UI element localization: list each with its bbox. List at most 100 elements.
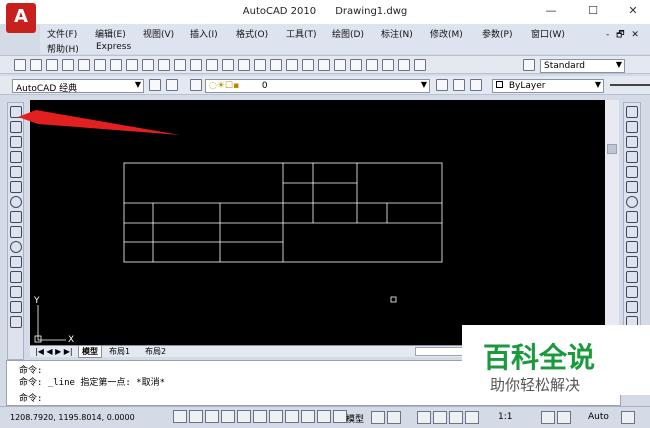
copy-object-icon[interactable] [626, 121, 638, 133]
zoom-status-icon[interactable] [433, 411, 447, 424]
rotate-icon[interactable] [626, 196, 638, 208]
print-icon[interactable] [62, 59, 74, 71]
copy-icon[interactable] [158, 59, 170, 71]
color-dropdown[interactable]: ByLayer ▼ [492, 79, 604, 93]
scale-icon[interactable] [626, 211, 638, 223]
model-space-label[interactable]: 模型 [346, 412, 364, 425]
toolbar-lock-icon[interactable] [621, 411, 635, 424]
erase-icon[interactable] [626, 106, 638, 118]
ellipse-icon[interactable] [10, 241, 22, 253]
zoom-realtime-icon[interactable] [270, 59, 282, 71]
pan-icon[interactable] [254, 59, 266, 71]
annotation-scale[interactable]: 1:1 [498, 412, 512, 422]
circle-icon[interactable] [10, 196, 22, 208]
point-icon[interactable] [10, 301, 22, 313]
minimize-button[interactable]: — [536, 4, 566, 20]
join-icon[interactable] [626, 286, 638, 298]
publish-icon[interactable] [110, 59, 122, 71]
make-current-icon[interactable] [436, 79, 448, 91]
layer-match-icon[interactable] [470, 79, 482, 91]
snap-mode-icon[interactable] [189, 410, 203, 423]
layer-properties-icon[interactable] [166, 79, 178, 91]
workspace-dropdown[interactable]: AutoCAD 经典 ▼ [12, 79, 144, 94]
showmotion-icon[interactable] [465, 411, 479, 424]
menu-file[interactable]: 文件(F) [47, 27, 77, 40]
plot-icon[interactable] [94, 59, 106, 71]
paste-icon[interactable] [174, 59, 186, 71]
lineweight-icon[interactable] [317, 410, 331, 423]
extend-icon[interactable] [626, 256, 638, 268]
text-style-dropdown[interactable]: Standard ▼ [540, 59, 625, 73]
polygon-icon[interactable] [10, 151, 22, 163]
steering-wheel-icon[interactable] [449, 411, 463, 424]
help-icon[interactable] [414, 59, 426, 71]
markup-icon[interactable] [382, 59, 394, 71]
menu-insert[interactable]: 插入(I) [190, 27, 218, 40]
layer-state-icon[interactable] [190, 79, 202, 91]
close-button[interactable]: ✕ [618, 4, 648, 20]
menu-help[interactable]: 帮助(H) [47, 42, 79, 55]
3d-dwf-icon[interactable] [126, 59, 138, 71]
preview-icon[interactable] [78, 59, 90, 71]
scroll-thumb[interactable] [607, 144, 617, 154]
workspace-switching-label[interactable]: Auto [588, 412, 609, 422]
undo-icon[interactable] [222, 59, 234, 71]
sheet-set-icon[interactable] [366, 59, 378, 71]
ellipse-arc-icon[interactable] [10, 256, 22, 268]
arc-icon[interactable] [10, 181, 22, 193]
menu-dimension[interactable]: 标注(N) [381, 27, 413, 40]
rectangle-icon[interactable] [10, 166, 22, 178]
zoom-window-icon[interactable] [286, 59, 298, 71]
hatch-icon[interactable] [10, 316, 22, 328]
drawing-canvas[interactable]: Y X [30, 100, 605, 345]
quick-view-drawings-icon[interactable] [387, 411, 401, 424]
linetype-preview[interactable] [610, 84, 650, 86]
tab-layout2[interactable]: 布局2 [142, 346, 169, 358]
object-snap-tracking-icon[interactable] [269, 410, 283, 423]
break-icon[interactable] [626, 271, 638, 283]
auto-scale-icon[interactable] [557, 411, 571, 424]
open-icon[interactable] [30, 59, 42, 71]
vertical-scrollbar[interactable] [605, 100, 619, 345]
chamfer-icon[interactable] [626, 301, 638, 313]
pan-status-icon[interactable] [417, 411, 431, 424]
quick-properties-icon[interactable] [333, 410, 347, 423]
zoom-previous-icon[interactable] [302, 59, 314, 71]
document-controls[interactable]: - 🗗 ✕ [606, 27, 641, 43]
menu-window[interactable]: 窗口(W) [531, 27, 565, 40]
workspace-settings-icon[interactable] [149, 79, 161, 91]
design-center-icon[interactable] [334, 59, 346, 71]
new-icon[interactable] [14, 59, 26, 71]
polar-tracking-icon[interactable] [237, 410, 251, 423]
tool-palettes-icon[interactable] [350, 59, 362, 71]
revision-cloud-icon[interactable] [10, 211, 22, 223]
calculator-icon[interactable] [398, 59, 410, 71]
stretch-icon[interactable] [626, 226, 638, 238]
application-menu-button[interactable]: A [6, 3, 36, 33]
line-tool-icon[interactable] [10, 106, 22, 118]
menu-draw[interactable]: 绘图(D) [332, 27, 364, 40]
move-icon[interactable] [626, 181, 638, 193]
trim-icon[interactable] [626, 241, 638, 253]
polyline-icon[interactable] [10, 136, 22, 148]
dynamic-input-icon[interactable] [301, 410, 315, 423]
menu-view[interactable]: 视图(V) [143, 27, 174, 40]
menu-express[interactable]: Express [96, 42, 131, 52]
redo-icon[interactable] [238, 59, 250, 71]
spline-icon[interactable] [10, 226, 22, 238]
infer-constraints-icon[interactable] [173, 410, 187, 423]
mirror-icon[interactable] [626, 136, 638, 148]
match-properties-icon[interactable] [190, 59, 202, 71]
maximize-button[interactable]: ☐ [578, 4, 608, 20]
menu-format[interactable]: 格式(O) [236, 27, 268, 40]
dynamic-ucs-icon[interactable] [285, 410, 299, 423]
ortho-mode-icon[interactable] [221, 410, 235, 423]
insert-block-icon[interactable] [10, 271, 22, 283]
object-snap-icon[interactable] [253, 410, 267, 423]
block-editor-icon[interactable] [206, 59, 218, 71]
annotation-visibility-icon[interactable] [541, 411, 555, 424]
layer-previous-icon[interactable] [453, 79, 465, 91]
menu-parameters[interactable]: 参数(P) [482, 27, 512, 40]
cut-icon[interactable] [142, 59, 154, 71]
menu-modify[interactable]: 修改(M) [430, 27, 463, 40]
